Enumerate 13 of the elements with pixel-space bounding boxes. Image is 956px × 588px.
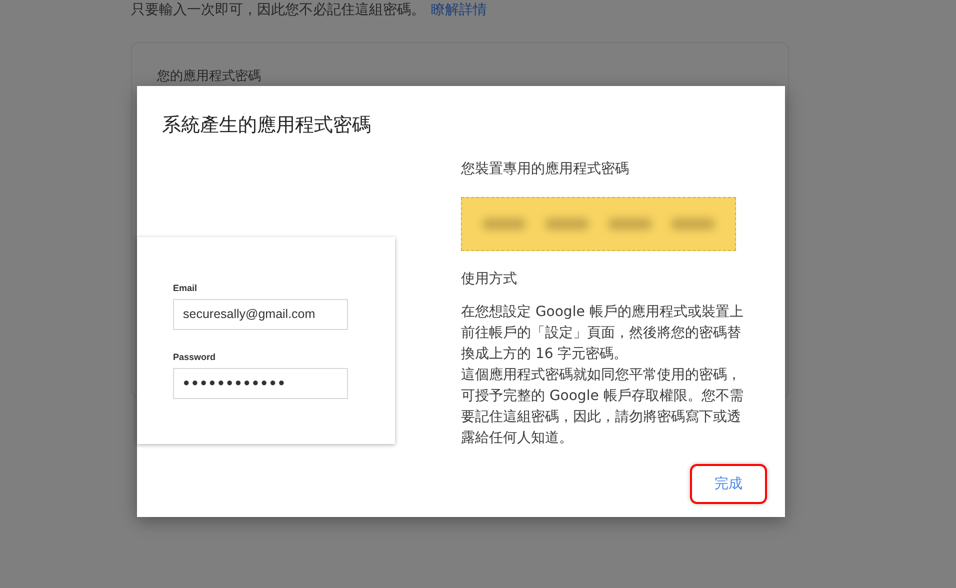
usage-heading: 使用方式 bbox=[461, 270, 518, 289]
email-field: securesally@gmail.com bbox=[173, 299, 348, 330]
password-field: ●●●●●●●●●●●● bbox=[173, 368, 348, 399]
done-button[interactable]: 完成 bbox=[690, 464, 767, 504]
password-label: Password bbox=[173, 352, 217, 362]
usage-paragraph: 這個應用程式密碼就如同您平常使用的密碼，可授予完整的 Google 帳戶存取權限。您不需要記住這組密碼，因此，請勿將密碼寫下或透露給任何人知道。 bbox=[461, 366, 744, 448]
learn-more-link[interactable]: 瞭解詳情 bbox=[431, 2, 487, 18]
email-label: Email bbox=[173, 283, 198, 293]
card-title: 您的應用程式密碼 bbox=[157, 68, 262, 85]
usage-paragraph: 在您想設定 Google 帳戶的應用程式或裝置上前往帳戶的「設定」頁面，然後將您的密碼替換成上方的 16 字元密碼。 bbox=[461, 303, 744, 364]
dialog-title: 系統產生的應用程式密碼 bbox=[162, 113, 372, 138]
password-heading: 您裝置專用的應用程式密碼 bbox=[461, 160, 630, 179]
intro-text: 只要輸入一次即可，因此您不必記住這組密碼。 bbox=[131, 2, 425, 18]
